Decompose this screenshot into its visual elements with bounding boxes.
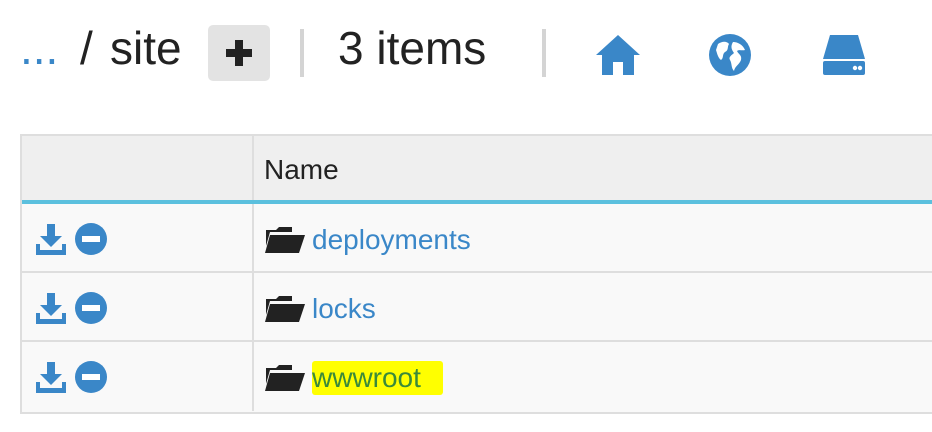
globe-icon[interactable] [708, 33, 752, 77]
add-button[interactable] [208, 25, 270, 81]
table-row: wwwroot [22, 342, 932, 411]
file-table: Name deployments locks wwwroot [20, 134, 932, 414]
folder-link-highlighted[interactable]: wwwroot [312, 361, 443, 395]
remove-icon[interactable] [74, 360, 108, 394]
column-divider [252, 136, 254, 200]
plus-icon [226, 40, 252, 66]
item-count: 3 items [338, 22, 487, 74]
folder-open-icon [265, 296, 305, 322]
breadcrumb-separator: / [80, 22, 93, 74]
home-icon[interactable] [594, 33, 642, 77]
column-divider [252, 273, 254, 340]
table-row: locks [22, 273, 932, 342]
column-divider [252, 342, 254, 411]
divider [300, 29, 304, 77]
breadcrumb-current: site [110, 22, 182, 74]
download-icon[interactable] [34, 360, 68, 394]
download-icon[interactable] [34, 291, 68, 325]
folder-open-icon [265, 227, 305, 253]
remove-icon[interactable] [74, 291, 108, 325]
folder-link[interactable]: deployments [312, 223, 471, 257]
table-row: deployments [22, 204, 932, 273]
column-divider [252, 204, 254, 271]
remove-icon[interactable] [74, 222, 108, 256]
toolbar-header: ... / site 3 items [0, 0, 932, 110]
breadcrumb-ellipsis-link[interactable]: ... [20, 22, 58, 74]
download-icon[interactable] [34, 222, 68, 256]
folder-link[interactable]: locks [312, 292, 376, 326]
column-header-name[interactable]: Name [264, 154, 339, 186]
drive-icon[interactable] [822, 33, 866, 77]
table-header: Name [22, 136, 932, 204]
folder-open-icon [265, 365, 305, 391]
divider [542, 29, 546, 77]
